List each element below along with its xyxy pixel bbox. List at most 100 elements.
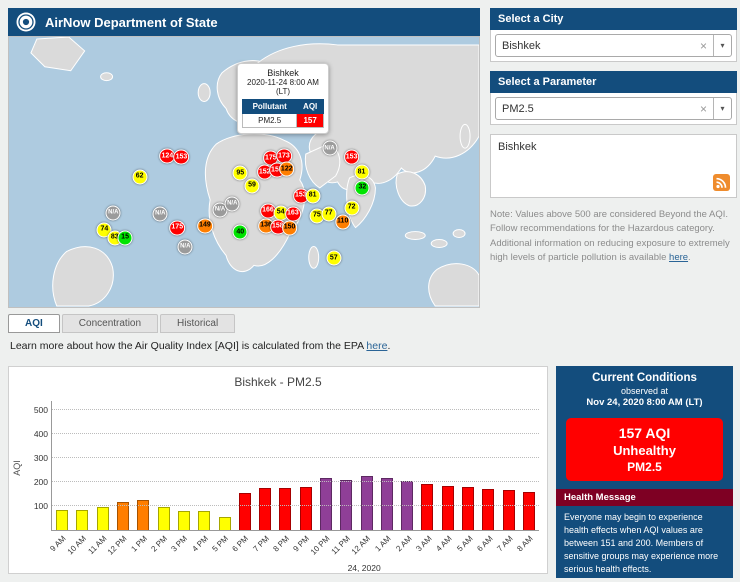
x-tick-7am: 7 AM: [498, 532, 518, 574]
aqi-bar-9pm[interactable]: [300, 487, 312, 530]
popup-aqi-table: Pollutant AQI PM2.5 157: [242, 99, 324, 128]
aqi-marker-95[interactable]: 95: [233, 166, 248, 181]
aqi-bar-6pm[interactable]: [239, 493, 251, 530]
aqi-bar-7pm[interactable]: [259, 488, 271, 530]
dos-seal-logo: [16, 12, 36, 32]
aqi-bar-8am[interactable]: [523, 492, 535, 530]
app-title: AirNow Department of State: [45, 15, 218, 30]
sidebar: Select a City Bishkek × ▾ Select a Param…: [490, 8, 737, 265]
aqi-bar-3am[interactable]: [421, 484, 433, 530]
aqi-bar-1am[interactable]: [381, 478, 393, 530]
bar-slot: [377, 478, 397, 530]
aqi-bar-10pm[interactable]: [320, 478, 332, 530]
popup-city: Bishkek: [242, 68, 324, 78]
city-clear-icon[interactable]: ×: [694, 39, 713, 53]
aqi-bar-4pm[interactable]: [198, 511, 210, 530]
x-tick-5am: 5 AM: [458, 532, 478, 574]
aqi-marker-150[interactable]: 150: [282, 220, 298, 235]
current-aqi-parameter: PM2.5: [566, 460, 723, 474]
aqi-marker-40[interactable]: 40: [233, 225, 248, 240]
tab-concentration[interactable]: Concentration: [62, 314, 158, 333]
aqi-bar-4am[interactable]: [442, 486, 454, 530]
aqi-marker-77[interactable]: 77: [321, 206, 336, 221]
bar-slot: [255, 488, 275, 530]
current-aqi-box: 157 AQI Unhealthy PM2.5: [566, 418, 723, 481]
aqi-bar-6am[interactable]: [482, 489, 494, 530]
parameter-select[interactable]: PM2.5 × ▾: [495, 97, 732, 120]
popup-datetime: 2020-11-24 8:00 AM: [242, 78, 324, 87]
aqi-marker-57[interactable]: 57: [326, 251, 341, 266]
aqi-marker-n-a[interactable]: N/A: [322, 141, 337, 156]
x-tick-3am: 3 AM: [417, 532, 437, 574]
aqi-marker-32[interactable]: 32: [355, 180, 370, 195]
gridline-200: [52, 481, 539, 482]
aqi-marker-62[interactable]: 62: [132, 169, 147, 184]
aqi-marker-149[interactable]: 149: [197, 218, 213, 233]
bar-slot: [316, 478, 336, 530]
aqi-bar-5am[interactable]: [462, 487, 474, 530]
parameter-widget: Select a Parameter PM2.5 × ▾: [490, 71, 737, 125]
rss-icon[interactable]: [713, 174, 730, 191]
tab-historical[interactable]: Historical: [160, 314, 235, 333]
aqi-marker-n-a[interactable]: N/A: [225, 196, 240, 211]
city-select[interactable]: Bishkek × ▾: [495, 34, 732, 57]
aqi-marker-110[interactable]: 110: [335, 214, 350, 229]
learn-more-here-link[interactable]: here: [366, 340, 387, 352]
aqi-marker-81[interactable]: 81: [305, 188, 320, 203]
parameter-dropdown-arrow-icon[interactable]: ▾: [714, 104, 731, 113]
bar-slot: [438, 486, 458, 530]
aqi-marker-175[interactable]: 175: [169, 220, 185, 235]
note-here-link[interactable]: here: [669, 252, 688, 263]
aqi-chart-panel: Bishkek - PM2.5 AQI 100200300400500 24, …: [8, 366, 548, 574]
x-tick-8pm: 8 PM: [275, 532, 295, 574]
aqi-bar-7am[interactable]: [503, 490, 515, 530]
bar-slot: [458, 487, 478, 530]
city-dropdown-arrow-icon[interactable]: ▾: [714, 41, 731, 50]
bar-slot: [93, 507, 113, 530]
aqi-marker-153[interactable]: 153: [174, 150, 190, 165]
city-widget: Select a City Bishkek × ▾: [490, 8, 737, 62]
aqi-bar-8pm[interactable]: [279, 488, 291, 530]
map-popup: Bishkek 2020-11-24 8:00 AM (LT) Pollutan…: [237, 63, 329, 134]
learn-more-suffix: .: [387, 340, 390, 352]
aqi-bar-9am[interactable]: [56, 510, 68, 530]
gridline-400: [52, 433, 539, 434]
aqi-bar-5pm[interactable]: [219, 517, 231, 530]
aqi-bar-11am[interactable]: [97, 507, 109, 530]
bar-slot: [235, 493, 255, 530]
parameter-select-value: PM2.5: [496, 103, 694, 115]
aqi-marker-n-a[interactable]: N/A: [178, 239, 193, 254]
y-tick-200: 200: [18, 477, 48, 487]
gridline-300: [52, 457, 539, 458]
parameter-clear-icon[interactable]: ×: [694, 102, 713, 116]
x-tick-8am: 8 AM: [519, 532, 539, 574]
aqi-marker-15[interactable]: 15: [118, 230, 133, 245]
aqi-marker-72[interactable]: 72: [344, 200, 359, 215]
aqi-marker-153[interactable]: 153: [344, 150, 360, 165]
bar-slot: [113, 502, 133, 530]
aqi-bar-10am[interactable]: [76, 510, 88, 530]
x-tick-4pm: 4 PM: [193, 532, 213, 574]
x-tick-5pm: 5 PM: [214, 532, 234, 574]
aqi-marker-163[interactable]: 163: [285, 206, 301, 221]
x-tick-12pm: 12 PM: [112, 532, 132, 574]
tab-aqi[interactable]: AQI: [8, 314, 60, 333]
aqi-marker-81[interactable]: 81: [354, 165, 369, 180]
bar-slot: [519, 492, 539, 530]
y-tick-500: 500: [18, 405, 48, 415]
aqi-bar-12pm[interactable]: [117, 502, 129, 530]
aqi-bar-2pm[interactable]: [158, 507, 170, 530]
world-map[interactable]: 12415362N/A748315175N/AN/A95175173152157…: [8, 36, 480, 308]
aqi-bar-3pm[interactable]: [178, 511, 190, 530]
x-tick-3pm: 3 PM: [173, 532, 193, 574]
popup-aqi-value: 157: [297, 114, 324, 128]
bar-slot: [194, 511, 214, 530]
aqi-marker-59[interactable]: 59: [244, 178, 259, 193]
aqi-marker-n-a[interactable]: N/A: [106, 205, 121, 220]
aqi-marker-122[interactable]: 122: [279, 162, 295, 177]
chart-title: Bishkek - PM2.5: [9, 375, 547, 389]
current-aqi-category: Unhealthy: [566, 443, 723, 458]
aqi-marker-n-a[interactable]: N/A: [153, 206, 168, 221]
bar-slot: [478, 489, 498, 530]
aqi-bar-12am[interactable]: [361, 476, 373, 530]
